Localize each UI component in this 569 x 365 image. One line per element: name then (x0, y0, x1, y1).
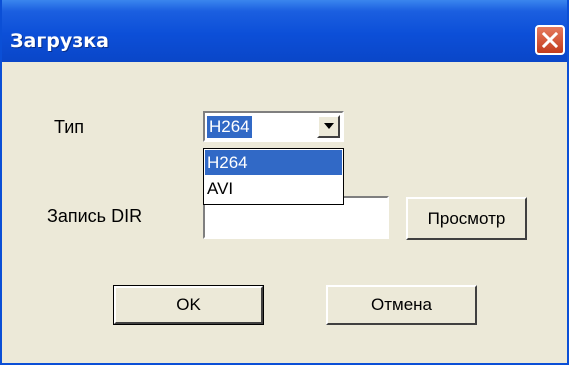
upload-dialog: Загрузка Тип H264 Запись DIR Просмотр H2… (0, 0, 569, 365)
cancel-button[interactable]: Отмена (326, 285, 477, 325)
ok-button[interactable]: OK (113, 285, 264, 325)
type-select[interactable]: H264 (203, 111, 344, 142)
browse-button-label: Просмотр (427, 209, 506, 228)
chevron-down-icon (324, 123, 334, 129)
type-option-avi[interactable]: AVI (205, 176, 342, 201)
type-dropdown-button[interactable] (317, 115, 340, 138)
browse-button[interactable]: Просмотр (406, 197, 527, 240)
close-icon (541, 31, 559, 49)
type-selected-value: H264 (207, 116, 252, 138)
type-option-h264[interactable]: H264 (205, 150, 342, 175)
type-dropdown-list: H264 AVI (203, 148, 344, 205)
cancel-button-label: Отмена (371, 295, 432, 314)
ok-button-label: OK (176, 295, 201, 314)
dir-label: Запись DIR (47, 206, 143, 226)
window-title: Загрузка (10, 30, 109, 52)
close-button[interactable] (535, 25, 565, 55)
title-bar[interactable]: Загрузка (2, 0, 567, 62)
type-label: Тип (54, 117, 85, 137)
